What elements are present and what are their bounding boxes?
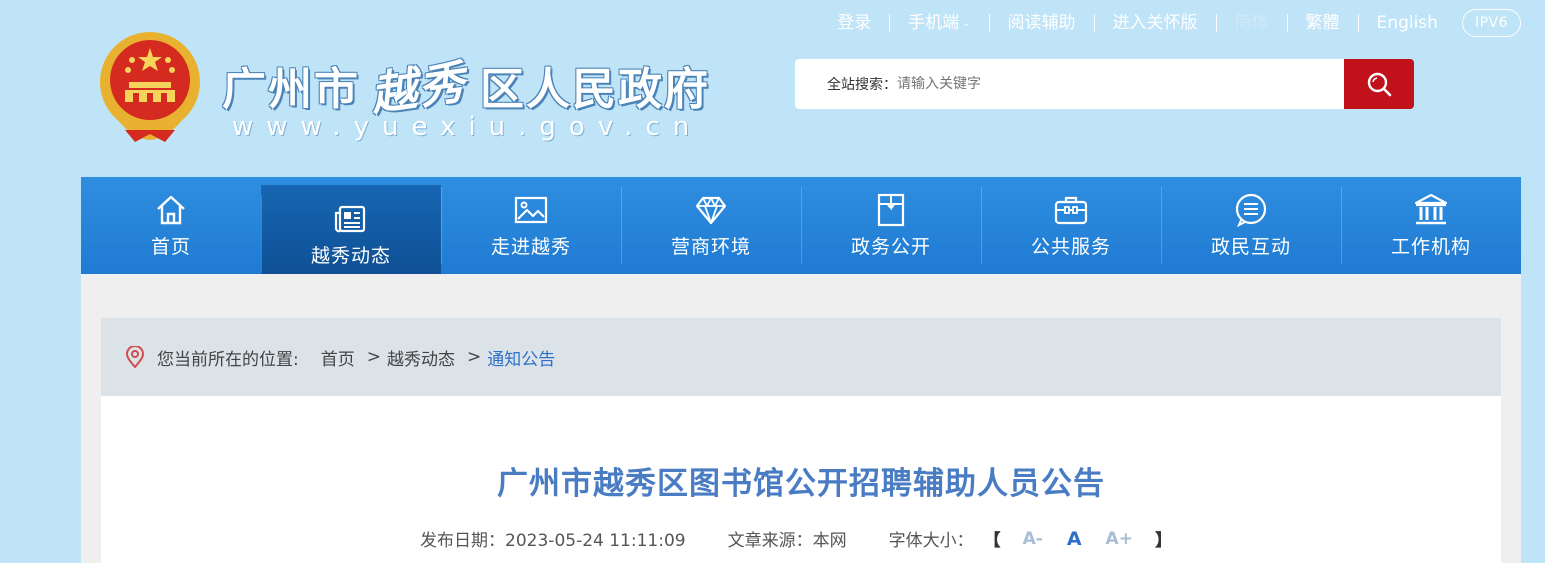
nav-item-label: 走进越秀 [490, 236, 571, 258]
breadcrumb-notices[interactable]: 通知公告 [487, 345, 555, 370]
nav-item-government-affairs[interactable]: 政务公开 [801, 177, 981, 274]
nav-item-yuexiu-news[interactable]: 越秀动态 [261, 185, 441, 283]
divider [889, 14, 891, 32]
mobile-link[interactable]: 手机端 ⌄ [890, 8, 988, 39]
font-size-label: 字体大小： [888, 531, 974, 551]
site-search: 全站搜索： [795, 59, 1414, 109]
login-link[interactable]: 登录 [819, 8, 889, 38]
care-mode-link[interactable]: 进入关怀版 [1095, 8, 1216, 38]
publish-date: 发布日期：2023-05-24 11:11:09 [420, 531, 686, 551]
divider [1215, 14, 1217, 32]
english-link[interactable]: English [1359, 8, 1456, 38]
search-field[interactable]: 全站搜索： [795, 59, 1344, 109]
location-pin-icon [125, 346, 145, 368]
article-meta: 发布日期：2023-05-24 11:11:09 文章来源：本网 字体大小： 【… [101, 526, 1501, 552]
nav-item-business-environment[interactable]: 营商环境 [621, 177, 801, 274]
article: 广州市越秀区图书馆公开招聘辅助人员公告 发布日期：2023-05-24 11:1… [101, 396, 1501, 563]
breadcrumb-yuexiu-news[interactable]: 越秀动态 [387, 345, 455, 370]
breadcrumb: 您当前所在的位置: 首页 > 越秀动态 > 通知公告 [101, 318, 1501, 396]
nav-item-about-yuexiu[interactable]: 走进越秀 [441, 177, 621, 274]
breadcrumb-separator: > [466, 347, 482, 367]
breadcrumb-prefix: 您当前所在的位置: [157, 349, 299, 370]
folder-icon [877, 193, 905, 227]
divider [988, 14, 990, 32]
chat-icon [1235, 193, 1267, 228]
chevron-down-icon: ⌄ [962, 17, 971, 29]
nav-item-label: 政务公开 [850, 236, 931, 258]
article-title: 广州市越秀区图书馆公开招聘辅助人员公告 [497, 466, 1105, 502]
search-input[interactable] [897, 76, 1197, 92]
site-url: www.yuexiu.gov.cn [232, 112, 703, 142]
search-icon [1367, 72, 1392, 97]
main-nav: 首页 越秀动态 走进越秀 营商环境 政务公开 公共服务 政民互动 工作机构 [81, 177, 1521, 283]
nav-item-public-interaction[interactable]: 政民互动 [1161, 177, 1341, 274]
nav-item-institutions[interactable]: 工作机构 [1341, 177, 1521, 274]
nav-item-home[interactable]: 首页 [81, 177, 261, 274]
diamond-icon [695, 196, 727, 225]
site-name-government: 区人民政府 [480, 64, 710, 115]
font-size-small-button[interactable]: A- [1023, 529, 1043, 549]
institution-icon [1414, 193, 1448, 225]
breadcrumb-home[interactable]: 首页 [321, 345, 355, 370]
bracket-close: 】 [1154, 531, 1172, 551]
site-name-city: 广州市 [222, 64, 360, 115]
national-emblem-icon [100, 32, 200, 142]
nav-item-label: 公共服务 [1030, 236, 1111, 258]
bracket-open: 【 [983, 531, 1001, 551]
content-area: 您当前所在的位置: 首页 > 越秀动态 > 通知公告 广州市越秀区图书馆公开招聘… [81, 274, 1521, 563]
nav-item-label: 越秀动态 [310, 244, 391, 267]
article-source: 文章来源：本网 [727, 531, 847, 551]
nav-item-label: 首页 [150, 236, 191, 258]
nav-item-public-services[interactable]: 公共服务 [981, 177, 1161, 274]
divider [1286, 14, 1288, 32]
nav-item-label: 工作机构 [1390, 236, 1471, 258]
font-size-medium-button[interactable]: A [1067, 528, 1082, 550]
top-utility-bar: 登录 手机端 ⌄ 阅读辅助 进入关怀版 简体 繁體 English IPV6 [819, 8, 1521, 38]
search-button[interactable] [1344, 59, 1414, 109]
ipv6-badge: IPV6 [1461, 9, 1521, 37]
image-icon [514, 196, 548, 224]
divider [1093, 14, 1095, 32]
simplified-chinese-link[interactable]: 简体 [1217, 8, 1287, 38]
divider [1357, 14, 1359, 32]
search-label: 全站搜索： [827, 77, 897, 93]
font-size-control: 字体大小： 【 A- A A+ 】 [888, 526, 1182, 552]
briefcase-icon [1054, 196, 1088, 225]
reading-aid-link[interactable]: 阅读辅助 [990, 8, 1094, 38]
breadcrumb-separator: > [366, 347, 381, 367]
newspaper-icon [334, 205, 366, 232]
nav-item-label: 营商环境 [670, 236, 751, 258]
mobile-link-label: 手机端 [908, 12, 960, 33]
site-name: 广州市 越秀 区人民政府 [222, 52, 710, 122]
nav-item-label: 政民互动 [1210, 236, 1291, 258]
traditional-chinese-link[interactable]: 繁體 [1288, 8, 1358, 38]
font-size-large-button[interactable]: A+ [1106, 529, 1133, 549]
home-icon [157, 195, 185, 225]
